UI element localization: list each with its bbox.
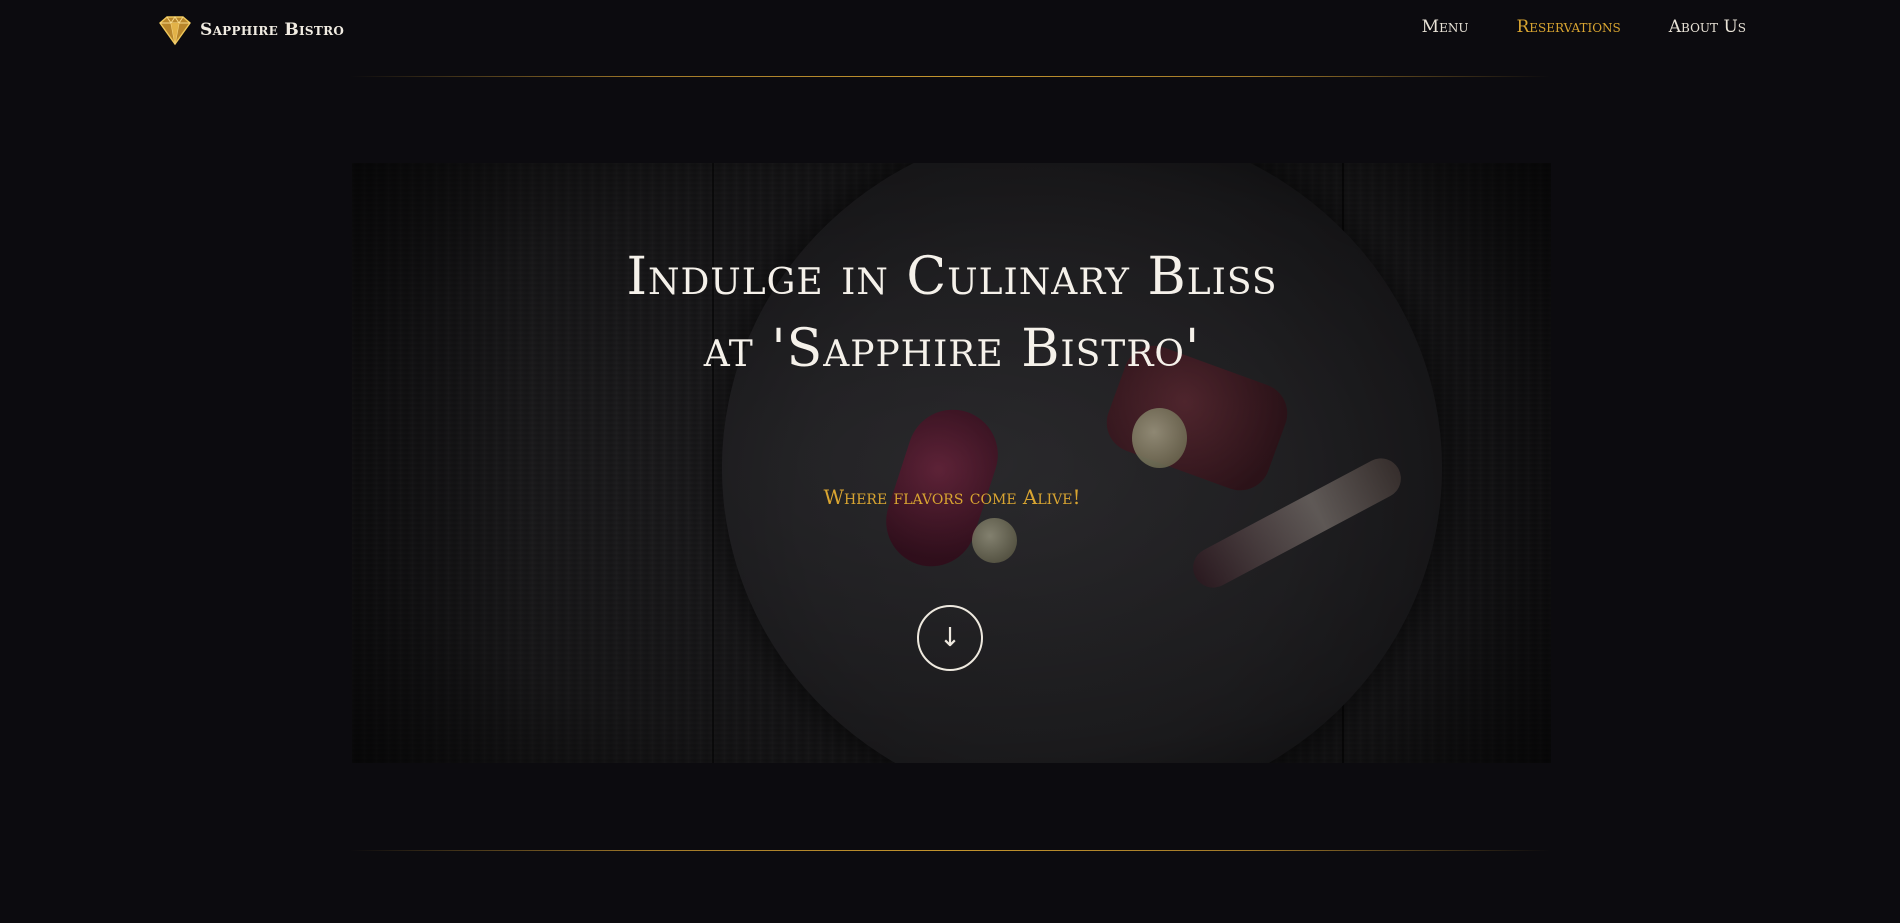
site-header: Sapphire Bistro Menu Reservations About … xyxy=(0,0,1900,60)
scroll-down-button[interactable]: ↓ xyxy=(917,605,983,671)
brand-name: Sapphire Bistro xyxy=(200,20,345,40)
top-divider xyxy=(350,76,1550,77)
diamond-logo-icon xyxy=(159,16,191,46)
hero-tagline: Where flavors come Alive! xyxy=(823,485,1081,509)
nav-item-menu[interactable]: Menu xyxy=(1422,17,1469,37)
brand[interactable]: Sapphire Bistro xyxy=(158,14,344,46)
nav-item-reservations[interactable]: Reservations xyxy=(1516,17,1620,37)
nav-item-about-us[interactable]: About Us xyxy=(1669,17,1746,37)
main-nav: Menu Reservations About Us xyxy=(1422,17,1746,37)
page: Sapphire Bistro Menu Reservations About … xyxy=(0,0,1900,923)
hero-headline: Indulge in Culinary Bliss at 'Sapphire B… xyxy=(626,247,1278,379)
bottom-divider xyxy=(350,850,1550,851)
arrow-down-icon: ↓ xyxy=(939,623,961,653)
hero-banner: Indulge in Culinary Bliss at 'Sapphire B… xyxy=(352,163,1551,763)
